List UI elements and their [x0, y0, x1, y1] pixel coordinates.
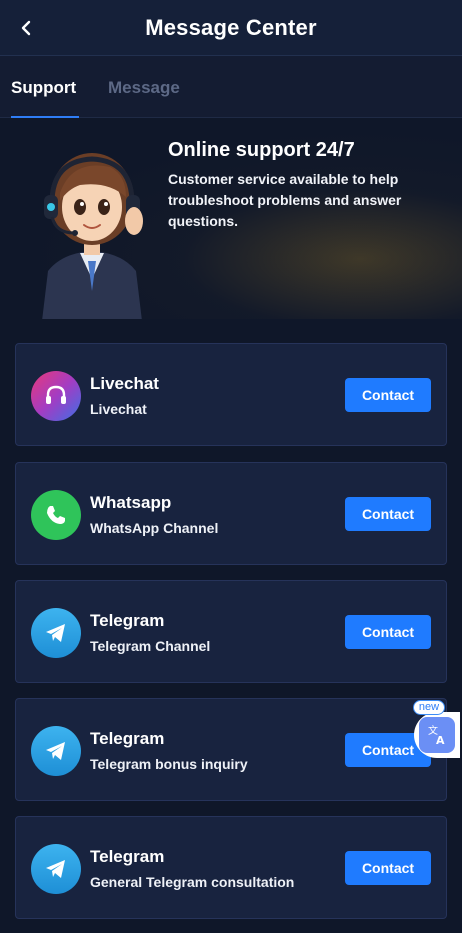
- channel-card-livechat: Livechat Livechat Contact: [15, 343, 447, 446]
- channel-title: Whatsapp: [90, 493, 172, 512]
- telegram-icon: [31, 844, 81, 894]
- back-button[interactable]: [14, 16, 38, 40]
- channel-subtitle: Livechat: [90, 401, 147, 417]
- telegram-icon: [31, 726, 81, 776]
- headset-icon: [31, 371, 81, 421]
- banner-title: Online support 24/7: [168, 139, 355, 161]
- channel-title: Livechat: [90, 374, 159, 393]
- channel-title: Telegram: [90, 847, 165, 866]
- tab-support[interactable]: Support: [11, 78, 76, 98]
- translate-icon: 文 A: [419, 717, 455, 753]
- telegram-icon: [31, 608, 81, 658]
- contact-button-telegram[interactable]: Contact: [345, 615, 431, 649]
- channel-card-whatsapp: Whatsapp WhatsApp Channel Contact: [15, 462, 447, 565]
- new-badge: new: [413, 700, 445, 715]
- channel-card-telegram-general: Telegram General Telegram consultation C…: [15, 816, 447, 919]
- channel-subtitle: WhatsApp Channel: [90, 520, 219, 536]
- tab-bar: Support Message: [0, 56, 462, 118]
- svg-text:A: A: [436, 734, 445, 747]
- tab-message[interactable]: Message: [108, 78, 180, 98]
- contact-button-whatsapp[interactable]: Contact: [345, 497, 431, 531]
- support-agent-illustration: [42, 153, 143, 319]
- channel-subtitle: Telegram Channel: [90, 638, 211, 654]
- channel-subtitle: Telegram bonus inquiry: [90, 756, 248, 772]
- channel-title: Telegram: [90, 611, 165, 630]
- page-title: Message Center: [145, 14, 317, 40]
- support-banner: Online support 24/7 Customer service ava…: [0, 119, 462, 319]
- contact-button-livechat[interactable]: Contact: [345, 378, 431, 412]
- channel-title: Telegram: [90, 729, 165, 748]
- channel-card-telegram: Telegram Telegram Channel Contact: [15, 580, 447, 683]
- active-tab-indicator: [11, 116, 79, 118]
- channel-subtitle: General Telegram consultation: [90, 874, 295, 890]
- app-header: Message Center: [0, 0, 462, 56]
- channel-card-telegram-bonus: Telegram Telegram bonus inquiry Contact: [15, 698, 447, 801]
- contact-button-telegram-general[interactable]: Contact: [345, 851, 431, 885]
- chevron-left-icon: [21, 20, 31, 36]
- translate-widget[interactable]: 文 A: [414, 712, 460, 758]
- whatsapp-icon: [31, 490, 81, 540]
- banner-description: Customer service available to help troub…: [168, 171, 402, 229]
